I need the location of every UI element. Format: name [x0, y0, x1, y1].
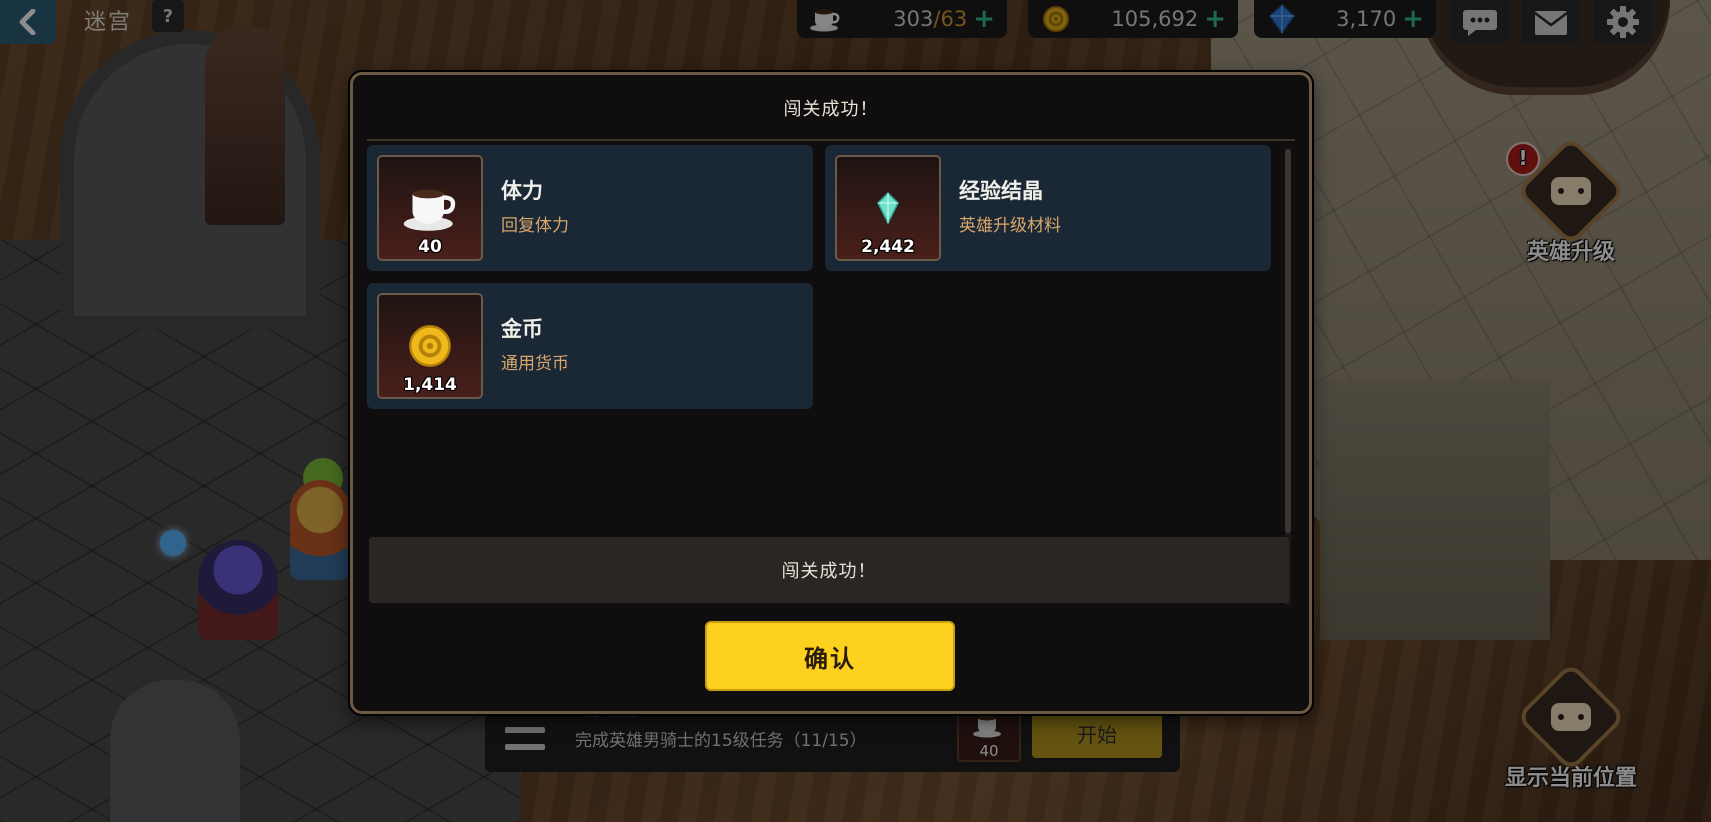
reward-description: 通用货币	[501, 354, 569, 374]
dialog-title: 闯关成功！	[783, 99, 879, 120]
result-message: 闯关成功！	[369, 537, 1289, 603]
reward-name: 体力	[501, 179, 543, 203]
reward-icon-frame: 2,442	[835, 155, 941, 261]
reward-item: 1,414 金币 通用货币	[367, 283, 813, 409]
divider	[367, 139, 1295, 141]
coffee-cup-icon	[403, 189, 456, 231]
reward-icon-frame: 40	[377, 155, 483, 261]
crystal-icon	[877, 192, 899, 224]
reward-count: 2,442	[861, 237, 915, 257]
stage-clear-dialog: 闯关成功！ 40 体力 回复体力 2,442 经验结晶 英雄升级材料 1,414…	[350, 72, 1312, 714]
confirm-button[interactable]: 确认	[705, 621, 955, 691]
reward-count: 40	[418, 237, 442, 257]
scrollbar-thumb[interactable]	[1285, 149, 1291, 533]
reward-description: 英雄升级材料	[959, 216, 1061, 236]
reward-item: 2,442 经验结晶 英雄升级材料	[825, 145, 1271, 271]
reward-name: 金币	[501, 317, 543, 341]
reward-count: 1,414	[403, 375, 457, 395]
reward-item: 40 体力 回复体力	[367, 145, 813, 271]
reward-name: 经验结晶	[959, 179, 1043, 203]
gold-coin-icon	[409, 325, 451, 367]
reward-icon-frame: 1,414	[377, 293, 483, 399]
reward-list[interactable]: 40 体力 回复体力 2,442 经验结晶 英雄升级材料 1,414 金币 通用…	[367, 145, 1279, 605]
reward-description: 回复体力	[501, 216, 569, 236]
